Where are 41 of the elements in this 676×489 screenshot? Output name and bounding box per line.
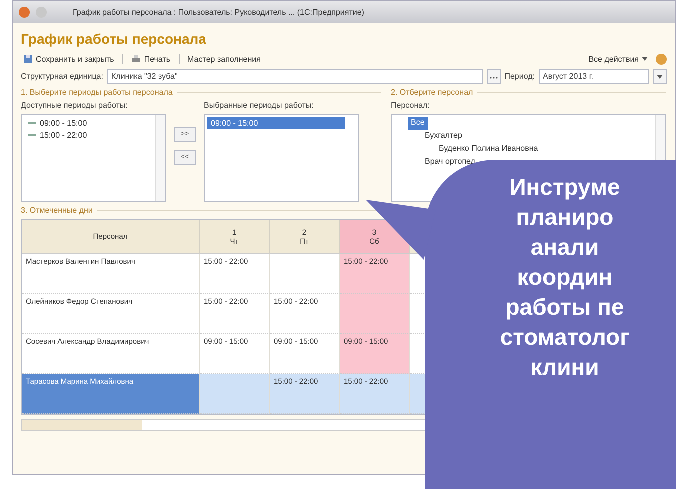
table-cell[interactable] [340,294,410,334]
ellipsis-icon [490,76,498,79]
period-field[interactable]: Август 2013 г. [539,69,649,84]
unit-field[interactable]: Клиника "32 зуба" [107,69,483,84]
window-title: График работы персонала : Пользователь: Руководитель ... (1С:Предприятие) [73,8,364,16]
table-cell[interactable] [200,374,270,414]
callout-text: клини [530,353,600,382]
tree-item[interactable]: Бухгалтер [422,130,466,143]
caret-icon [657,75,663,79]
toolbar-button[interactable]: Сохранить и закрыть [21,53,116,65]
callout-text: анали [530,233,600,262]
callout-text: Инструме [510,173,620,202]
app-icon[interactable] [19,6,30,18]
list-item[interactable]: 09:00 - 15:00 [24,117,152,129]
save-icon [23,54,33,64]
all-actions-button[interactable]: Все действия [586,54,650,64]
list-label: Персонал: [391,101,431,110]
list-label: Выбранные периоды работы: [204,101,315,110]
table-cell[interactable] [270,254,340,294]
callout-text: планиро [516,203,614,232]
choose-button[interactable] [486,69,501,84]
scrollbar[interactable] [155,115,165,201]
toolbar-button[interactable]: Мастер заполнения [186,54,263,64]
callout-text: стоматолог [500,323,630,352]
printer-icon [131,54,142,64]
section-title: 3. Отмеченные дни [21,206,93,215]
callout-text: работы пе [506,293,624,322]
section-title: 2. Отберите персонал [391,88,474,97]
list-item[interactable]: 09:00 - 15:00 [207,117,345,129]
list-item[interactable]: 15:00 - 22:00 [24,129,152,141]
field-label: Период: [504,72,535,81]
dropdown-button[interactable] [653,69,667,84]
field-label: Структурная единица: [21,72,104,81]
toolbar-button[interactable]: Печать [129,53,173,65]
tree-item[interactable]: Все [408,117,428,130]
section-title: 1. Выберите периоды работы персонала [21,88,173,97]
list-label: Доступные периоды работы: [21,101,129,110]
tree-item[interactable]: Буденко Полина Ивановна [436,143,542,156]
caret-icon [642,57,648,61]
form-title: График работы персонала [21,31,208,47]
callout-text: координ [517,263,613,292]
